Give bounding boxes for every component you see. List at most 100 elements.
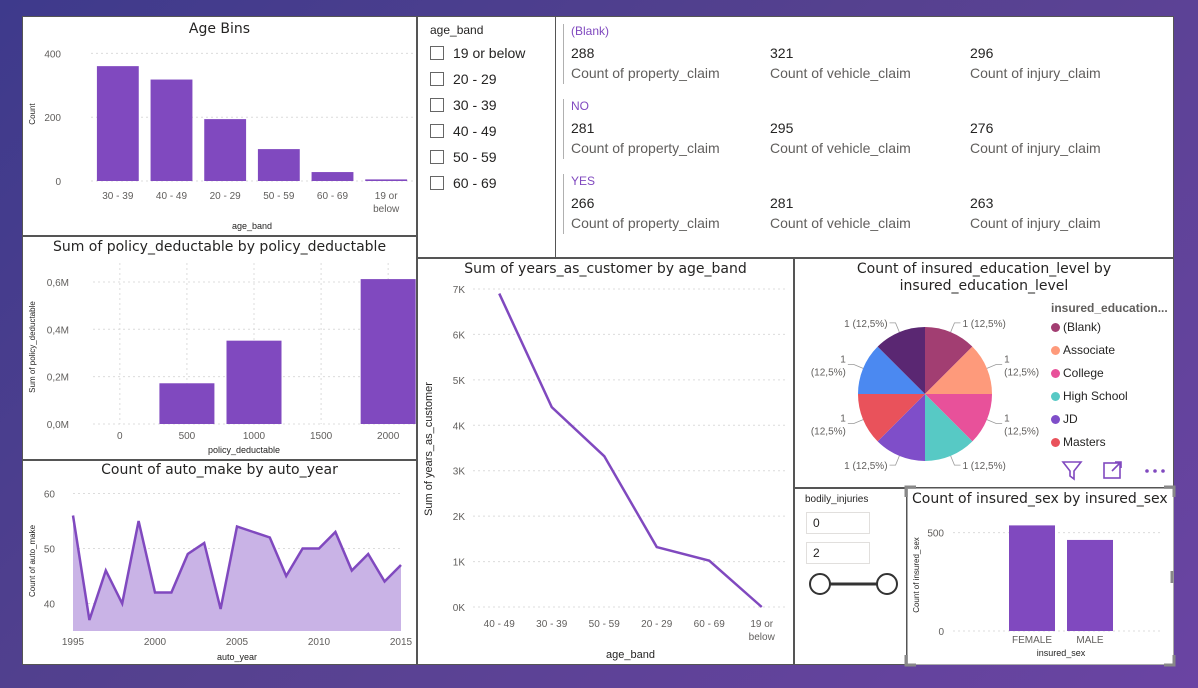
y-tick-label: 0K <box>453 603 466 614</box>
y-axis-title: Count <box>28 103 37 125</box>
deductable-visual[interactable]: Sum of policy_deductable by policy_deduc… <box>22 236 417 460</box>
education-visual[interactable]: Count of insured_education_level by insu… <box>794 258 1174 488</box>
x-tick-label: 0 <box>117 431 123 442</box>
bar <box>204 119 247 181</box>
age-bins-visual[interactable]: Age Bins 0 200 400 Count 30 - 39 40 - 49 20 - … <box>22 16 417 236</box>
checkbox-icon[interactable] <box>430 124 444 138</box>
y-tick-label: 7K <box>453 285 466 296</box>
checkbox-icon[interactable] <box>430 98 444 112</box>
card-label: Count of vehicle_claim <box>770 140 911 156</box>
legend-label: (Blank) <box>1063 320 1102 334</box>
legend-item[interactable]: High School <box>1051 389 1128 403</box>
slider-min-handle <box>809 573 831 595</box>
legend-item[interactable]: JD <box>1051 412 1078 426</box>
data-label: 1 (12,5%) <box>962 319 1005 330</box>
bar <box>150 79 193 181</box>
x-tick-label: 19 or <box>375 191 398 202</box>
card-value: 321 <box>770 45 794 61</box>
data-label: 1 <box>840 355 846 366</box>
card-group-label: (Blank) <box>571 24 610 38</box>
slider-max-handle <box>876 573 898 595</box>
legend-item[interactable]: (Blank) <box>1051 320 1101 334</box>
card-value: 295 <box>770 120 794 136</box>
y-tick-label: 40 <box>44 600 56 611</box>
card-group-divider <box>563 24 564 84</box>
bodily-slicer-title: bodily_injuries <box>805 494 869 505</box>
x-axis-title: age_band <box>232 221 272 231</box>
y-tick-label: 3K <box>453 467 466 478</box>
focus-mode-icon[interactable] <box>1102 459 1124 481</box>
card-value: 281 <box>571 120 595 136</box>
range-slider[interactable] <box>803 569 903 599</box>
legend-label: College <box>1063 366 1104 380</box>
card-label: Count of property_claim <box>571 215 720 231</box>
data-label: 1 <box>1004 355 1010 366</box>
x-tick-label: 50 - 59 <box>589 619 621 630</box>
slicer-item[interactable]: 40 - 49 <box>430 123 497 139</box>
data-label: 1 (12,5%) <box>962 461 1005 472</box>
card-value: 288 <box>571 45 595 61</box>
slicer-item[interactable]: 60 - 69 <box>430 175 497 191</box>
y-axis-title: Sum of policy_deductable <box>28 301 37 393</box>
data-label: 1 <box>1004 413 1010 424</box>
checkbox-icon[interactable] <box>430 46 444 60</box>
card-value: 276 <box>970 120 994 136</box>
checkbox-icon[interactable] <box>430 72 444 86</box>
deductable-chart: 0,0M 0,2M 0,4M 0,6M 0 500 1000 1500 2000 Sum of p… <box>28 263 416 455</box>
age-bins-chart: 0 200 400 Count 30 - 39 40 - 49 20 - 29 50 - 59… <box>28 49 413 231</box>
x-tick-label: 50 - 59 <box>263 191 295 202</box>
legend-item[interactable]: College <box>1051 366 1104 380</box>
bar <box>257 149 300 181</box>
legend-item[interactable]: Masters <box>1051 435 1106 449</box>
more-options-icon[interactable] <box>1142 459 1168 481</box>
x-tick-label: 2000 <box>377 431 400 442</box>
age-band-slicer[interactable]: age_band 19 or below 20 - 29 30 - 39 40 - 4… <box>417 16 557 258</box>
y-tick-label: 1K <box>453 558 466 569</box>
bar <box>159 383 215 424</box>
legend-label: Associate <box>1063 343 1116 357</box>
bodily-max-input[interactable]: 2 <box>806 542 870 564</box>
checkbox-icon[interactable] <box>430 150 444 164</box>
legend-dot-icon <box>1051 414 1060 424</box>
x-tick-label: 30 - 39 <box>536 619 568 630</box>
series-line <box>498 293 763 608</box>
filter-icon[interactable] <box>1061 459 1083 481</box>
leader-line <box>950 455 961 466</box>
auto-make-visual[interactable]: Count of auto_make by auto_year 40 50 60 19… <box>22 460 417 665</box>
checkbox-icon[interactable] <box>430 176 444 190</box>
slicer-item-label: 19 or below <box>453 45 526 61</box>
legend-dot-icon <box>1051 345 1060 355</box>
x-tick-label: 1500 <box>310 431 333 442</box>
selection-handles <box>904 485 1176 667</box>
bar <box>360 279 416 424</box>
leader-line <box>889 455 900 466</box>
slicer-item[interactable]: 50 - 59 <box>430 149 497 165</box>
x-tick-label: 500 <box>179 431 196 442</box>
card-value: 281 <box>770 195 794 211</box>
y-tick-label: 2K <box>453 512 466 523</box>
slicer-item[interactable]: 30 - 39 <box>430 97 497 113</box>
legend-item[interactable]: Associate <box>1051 343 1115 357</box>
bodily-min-input[interactable]: 0 <box>806 512 870 534</box>
claims-card-group[interactable]: (Blank) 288 Count of property_claim 321 Coun… <box>555 16 1174 258</box>
bodily-injuries-slicer[interactable]: bodily_injuries 0 2 <box>794 488 907 665</box>
legend-dot-icon <box>1051 437 1060 447</box>
x-tick-label: 60 - 69 <box>317 191 349 202</box>
slicer-title: age_band <box>430 23 484 37</box>
card-label: Count of property_claim <box>571 65 720 81</box>
x-tick-label: 1000 <box>243 431 266 442</box>
data-label: 1 (12,5%) <box>844 461 887 472</box>
card-group-divider <box>563 174 564 234</box>
bar <box>96 66 139 181</box>
data-label: 1 (12,5%) <box>844 319 887 330</box>
y-tick-label: 6K <box>453 330 466 341</box>
card-label: Count of property_claim <box>571 140 720 156</box>
years-customer-visual[interactable]: Sum of years_as_customer by age_band 0K 1… <box>417 258 794 665</box>
slicer-item[interactable]: 19 or below <box>430 45 525 61</box>
slicer-item-label: 50 - 59 <box>453 149 497 165</box>
slicer-item-label: 20 - 29 <box>453 71 497 87</box>
card-group-label: NO <box>571 99 589 113</box>
bar <box>365 179 408 181</box>
x-tick-label: 40 - 49 <box>484 619 516 630</box>
slicer-item[interactable]: 20 - 29 <box>430 71 497 87</box>
